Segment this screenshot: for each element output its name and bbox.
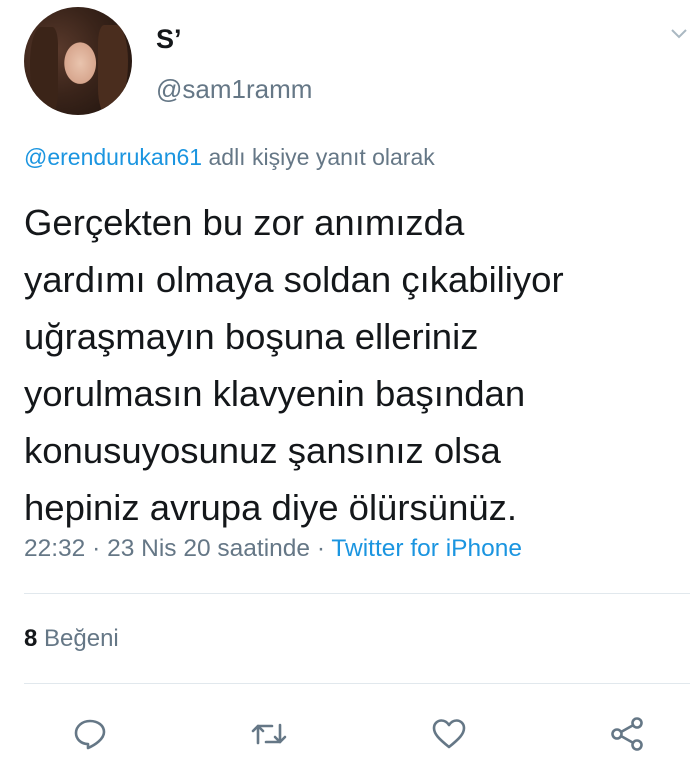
retweet-icon <box>251 723 287 745</box>
avatar[interactable] <box>24 7 132 115</box>
reply-mention-link[interactable]: @erendurukan61 <box>24 144 202 170</box>
tweet-text: Gerçekten bu zor anımızda yardımı olmaya… <box>24 202 564 528</box>
like-button[interactable] <box>429 714 469 754</box>
likes-stat[interactable]: 8 Beğeni <box>24 625 119 653</box>
tweet-time: 22:32 <box>24 535 86 562</box>
share-button[interactable] <box>607 714 647 754</box>
user-handle[interactable]: @sam1ramm <box>156 74 312 105</box>
tweet-date: 23 Nis 20 saatinde <box>107 535 311 562</box>
tweet-meta: 22:32 · 23 Nis 20 saatinde · Twitter for… <box>24 535 522 563</box>
divider <box>24 683 690 684</box>
likes-count: 8 <box>24 625 38 652</box>
meta-separator: · <box>85 535 108 562</box>
retweet-button[interactable] <box>249 714 289 754</box>
reply-context-label: adlı kişiye yanıt olarak <box>202 144 435 170</box>
like-icon <box>432 719 466 749</box>
reply-icon <box>74 719 106 750</box>
display-name[interactable]: S’ <box>156 24 182 55</box>
avatar-hair <box>30 27 58 115</box>
meta-separator: · <box>310 535 332 562</box>
divider <box>24 593 690 594</box>
share-icon <box>611 717 643 751</box>
reply-button[interactable] <box>70 714 110 754</box>
tweet-source-link[interactable]: Twitter for iPhone <box>331 535 522 562</box>
avatar-hair <box>98 25 128 115</box>
likes-label: Beğeni <box>44 625 119 652</box>
reply-context: @erendurukan61 adlı kişiye yanıt olarak <box>24 144 435 171</box>
chevron-down-icon[interactable] <box>670 28 688 40</box>
